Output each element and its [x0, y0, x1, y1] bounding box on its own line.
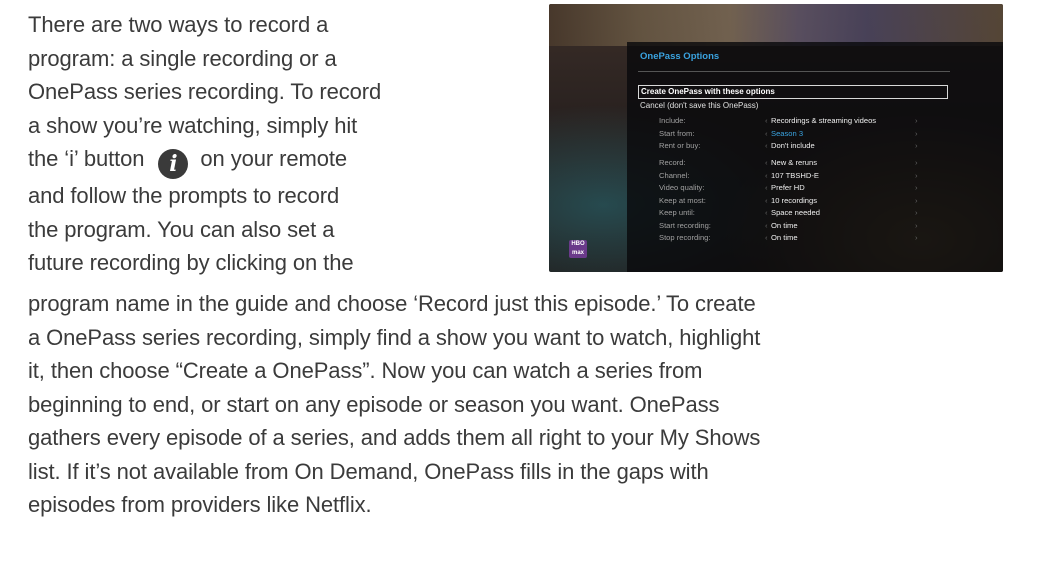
chevron-right-icon: ›	[915, 183, 918, 192]
option-row: Keep until: ‹ Space needed ›	[549, 207, 1003, 219]
chevron-left-icon: ‹	[765, 220, 768, 230]
option-row: Start recording: ‹ On time ›	[549, 220, 1003, 232]
info-line-before: the ‘i’ button	[28, 146, 145, 171]
divider	[638, 71, 950, 72]
option-label: Stop recording:	[659, 233, 711, 242]
body-line: program name in the guide and choose ‘Re…	[28, 291, 756, 316]
option-label: Rent or buy:	[659, 141, 701, 150]
option-row: Stop recording: ‹ On time ›	[549, 232, 1003, 244]
chevron-right-icon: ›	[915, 208, 918, 217]
option-value: Season 3	[771, 128, 804, 138]
option-value: Recordings & streaming videos	[771, 116, 877, 125]
option-row: Start from: ‹ Season 3 ›	[549, 128, 1003, 140]
option-row: Video quality: ‹ Prefer HD ›	[549, 182, 1003, 194]
option-value: Prefer HD	[771, 183, 805, 192]
option-row: Rent or buy: ‹ Don't include ›	[549, 140, 1003, 152]
option-value: Don't include	[771, 141, 815, 150]
intro-line: program: a single recording or a	[28, 45, 337, 71]
option-value: Space needed	[771, 208, 820, 217]
onepass-options-title: OnePass Options	[640, 51, 720, 62]
option-label: Channel:	[659, 170, 690, 180]
chevron-left-icon: ‹	[765, 233, 768, 242]
option-row: Channel: ‹ 107 TBSHD-E ›	[549, 170, 1003, 182]
chevron-left-icon: ‹	[765, 170, 768, 180]
chevron-right-icon: ›	[915, 128, 918, 138]
info-line: the ‘i’ button i on your remote	[28, 142, 528, 179]
option-label: Start recording:	[659, 220, 711, 230]
info-icon: i	[158, 149, 189, 179]
body-line: beginning to end, or start on any episod…	[28, 391, 720, 417]
chevron-left-icon: ‹	[765, 158, 768, 167]
body-line: it, then choose “Create a OnePass”. Now …	[28, 358, 703, 383]
chevron-left-icon: ‹	[765, 128, 768, 138]
info-line-after: on your remote	[200, 146, 347, 171]
intro-line: future recording by clicking on the	[28, 250, 354, 275]
intro-line: and follow the prompts to record	[28, 183, 340, 208]
body-line: episodes from providers like Netflix.	[28, 492, 372, 517]
option-row: Keep at most: ‹ 10 recordings ›	[549, 195, 1003, 207]
option-value: New & reruns	[771, 158, 818, 167]
intro-line: There are two ways to record a	[28, 12, 329, 37]
option-row: Include: ‹ Recordings & streaming videos ›	[549, 115, 1003, 127]
chevron-right-icon: ›	[915, 170, 918, 180]
onepass-options-screenshot: OnePass Options Create OnePass with thes…	[549, 4, 1003, 272]
option-value: 10 recordings	[771, 195, 818, 205]
chevron-left-icon: ‹	[765, 195, 768, 205]
hbo-max-logo: HBO max	[569, 240, 587, 258]
chevron-left-icon: ‹	[765, 208, 768, 217]
intro-paragraph: There are two ways to record a program: …	[28, 8, 528, 280]
option-label: Start from:	[659, 128, 695, 138]
body-line: a OnePass series recording, simply find …	[28, 324, 761, 350]
option-label: Record:	[659, 158, 686, 167]
chevron-left-icon: ‹	[765, 183, 768, 192]
option-row: Record: ‹ New & reruns ›	[549, 157, 1003, 169]
chevron-right-icon: ›	[915, 141, 918, 150]
body-line: gathers every episode of a series, and a…	[28, 425, 761, 450]
option-value: 107 TBSHD-E	[771, 170, 819, 180]
option-value: On time	[771, 233, 798, 242]
intro-line: OnePass series recording. To record	[28, 79, 382, 104]
chevron-right-icon: ›	[915, 158, 918, 167]
chevron-right-icon: ›	[915, 220, 918, 230]
create-onepass-option: Create OnePass with these options	[638, 85, 948, 99]
intro-line: the program. You can also set a	[28, 216, 335, 242]
chevron-right-icon: ›	[915, 195, 918, 205]
chevron-right-icon: ›	[915, 233, 918, 242]
chevron-right-icon: ›	[915, 116, 918, 125]
option-label: Keep at most:	[659, 195, 706, 205]
intro-line: a show you’re watching, simply hit	[28, 112, 358, 138]
chevron-left-icon: ‹	[765, 141, 768, 150]
option-value: On time	[771, 220, 798, 230]
scene-background	[549, 4, 1003, 46]
cancel-onepass-option: Cancel (don't save this OnePass)	[640, 101, 759, 110]
body-paragraph: program name in the guide and choose ‘Re…	[28, 287, 1038, 522]
body-line: list. If it’s not available from On Dema…	[28, 458, 709, 484]
option-label: Include:	[659, 116, 686, 125]
option-label: Video quality:	[659, 183, 705, 192]
chevron-left-icon: ‹	[765, 116, 768, 125]
option-label: Keep until:	[659, 208, 695, 217]
